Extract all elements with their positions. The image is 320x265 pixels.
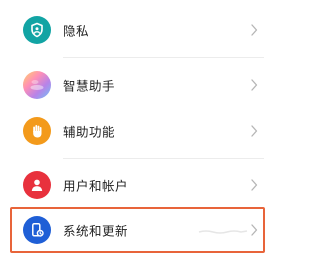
chevron-right-icon	[251, 24, 258, 36]
system-update-phone-icon	[23, 216, 51, 244]
smart-assistant-orb-icon	[23, 71, 51, 99]
settings-list: 隐私 智慧助手 辅助功能 用户和帐户 系统和更新	[0, 0, 272, 265]
settings-item-privacy[interactable]: 隐私	[0, 3, 272, 57]
privacy-shield-icon	[23, 16, 51, 44]
settings-item-label: 系统和更新	[63, 223, 129, 239]
chevron-right-icon	[251, 79, 258, 91]
settings-item-accessibility[interactable]: 辅助功能	[0, 104, 272, 158]
settings-item-label: 智慧助手	[63, 78, 116, 94]
settings-item-label: 隐私	[63, 23, 90, 39]
chevron-right-icon	[251, 179, 258, 191]
settings-item-label: 辅助功能	[63, 124, 116, 140]
settings-item-label: 用户和帐户	[63, 178, 129, 194]
scribble-mark	[198, 230, 248, 234]
hand-accessibility-icon	[23, 117, 51, 145]
user-account-icon	[23, 171, 51, 199]
chevron-right-icon	[251, 224, 258, 236]
chevron-right-icon	[251, 125, 258, 137]
